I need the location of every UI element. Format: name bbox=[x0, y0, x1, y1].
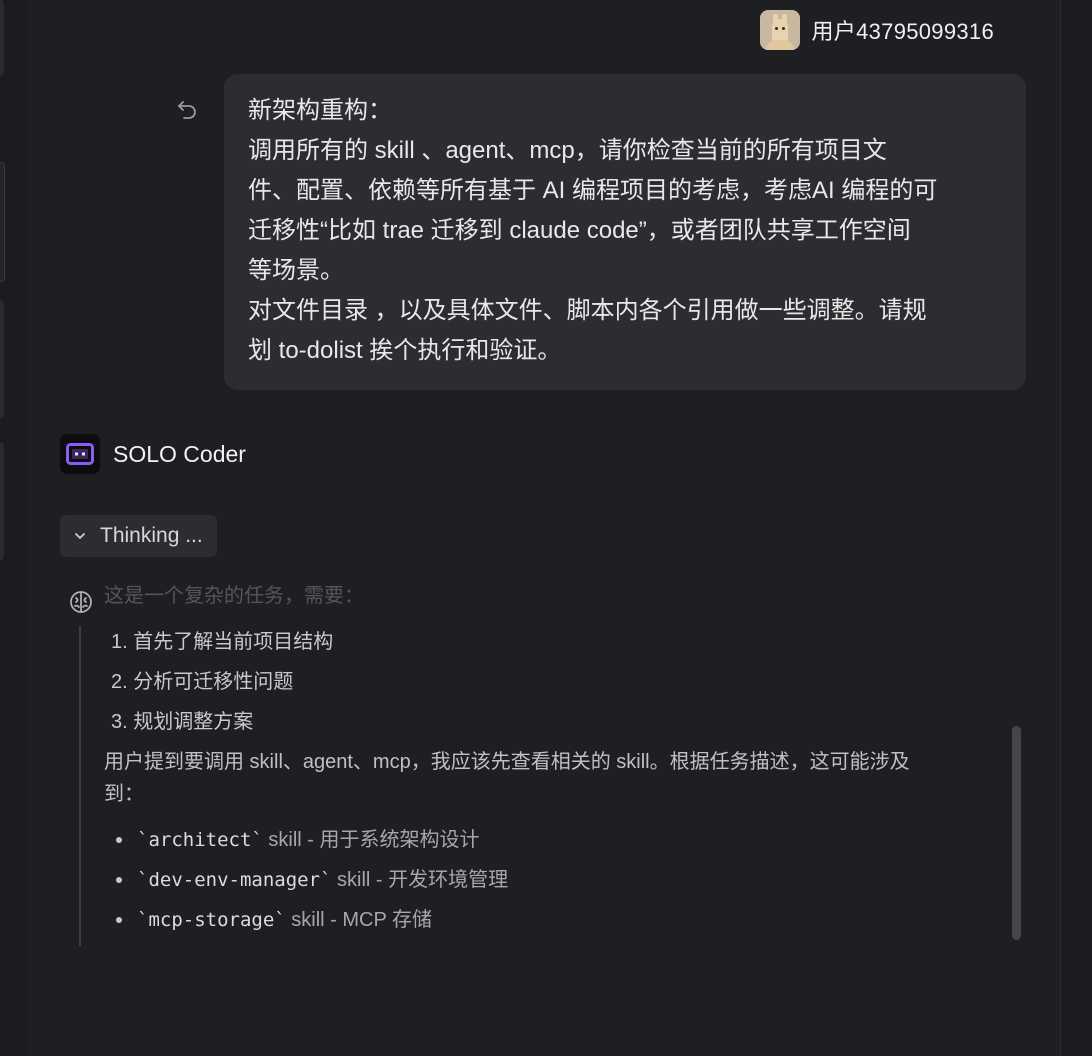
username: 用户43795099316 bbox=[811, 19, 994, 44]
thinking-paragraph-line: 用户提到要调用 skill、agent、mcp，我应该先查看相关的 skill。… bbox=[104, 751, 910, 773]
thinking-scrollbar[interactable] bbox=[1012, 726, 1021, 940]
message-line: 对文件目录 ，以及具体文件、脚本内各个引用做一些调整。请规 bbox=[248, 297, 927, 324]
chat-panel: 用户43795099316 新架构重构： 调用所有的 skill 、agent、… bbox=[28, 0, 1060, 1056]
thinking-step: 2. 分析可迁移性问题 bbox=[111, 671, 294, 693]
user-message-bubble: 新架构重构： 调用所有的 skill 、agent、mcp，请你检查当前的所有项… bbox=[224, 74, 1026, 390]
agent-header: SOLO Coder bbox=[60, 434, 246, 474]
skill-list-item: `architect` skill - 用于系统架构设计 bbox=[104, 820, 1014, 860]
message-line: 等场景。 bbox=[248, 257, 344, 284]
skill-code: `architect` bbox=[137, 829, 263, 851]
undo-button[interactable] bbox=[173, 96, 201, 124]
skill-desc: skill - 开发环境管理 bbox=[331, 869, 509, 891]
left-gutter bbox=[0, 0, 28, 1056]
skill-desc: skill - MCP 存储 bbox=[285, 909, 433, 931]
thinking-paragraph-line: 到： bbox=[104, 783, 144, 805]
gutter-item[interactable] bbox=[0, 442, 4, 560]
message-line: 新架构重构： bbox=[248, 97, 392, 124]
thinking-faded-line: 这是一个复杂的任务，需要： bbox=[104, 585, 364, 607]
skill-list-item: `mcp-storage` skill - MCP 存储 bbox=[104, 900, 1014, 940]
thinking-toggle[interactable]: Thinking ... bbox=[60, 515, 217, 557]
message-line: 调用所有的 skill 、agent、mcp，请你检查当前的所有项目文 bbox=[248, 137, 887, 164]
skill-code: `mcp-storage` bbox=[137, 909, 286, 931]
skill-list-item: `dev-env-manager` skill - 开发环境管理 bbox=[104, 860, 1014, 900]
thinking-paragraph: 用户提到要调用 skill、agent、mcp，我应该先查看相关的 skill。… bbox=[104, 746, 1014, 810]
solo-coder-logo-icon bbox=[60, 434, 100, 474]
thinking-content: 这是一个复杂的任务，需要： 1. 首先了解当前项目结构 2. 分析可迁移性问题 … bbox=[104, 578, 1014, 950]
gutter-item[interactable] bbox=[0, 0, 4, 76]
thinking-step: 3. 规划调整方案 bbox=[111, 711, 254, 733]
brain-icon bbox=[68, 589, 94, 615]
message-line: 迁移性“比如 trae 迁移到 claude code”，或者团队共享工作空间 bbox=[248, 217, 911, 244]
skill-code: `dev-env-manager` bbox=[137, 869, 332, 891]
skill-desc: skill - 用于系统架构设计 bbox=[262, 829, 480, 851]
gutter-item[interactable] bbox=[0, 162, 5, 282]
message-line: 划 to-dolist 挨个执行和验证。 bbox=[248, 337, 562, 364]
skill-list: `architect` skill - 用于系统架构设计 `dev-env-ma… bbox=[104, 820, 1014, 940]
agent-name: SOLO Coder bbox=[113, 440, 246, 467]
message-line: 件、配置、依赖等所有基于 AI 编程项目的考虑，考虑AI 编程的可 bbox=[248, 177, 938, 204]
user-header: 用户43795099316 bbox=[759, 10, 995, 50]
thinking-step: 1. 首先了解当前项目结构 bbox=[111, 631, 334, 653]
thinking-label: Thinking ... bbox=[100, 524, 203, 547]
chevron-down-icon bbox=[75, 533, 85, 539]
llama-avatar-icon[interactable] bbox=[759, 10, 800, 50]
right-side-panel bbox=[1061, 0, 1092, 1056]
thinking-rail bbox=[79, 626, 81, 946]
gutter-item[interactable] bbox=[0, 300, 4, 418]
undo-icon bbox=[178, 101, 196, 119]
